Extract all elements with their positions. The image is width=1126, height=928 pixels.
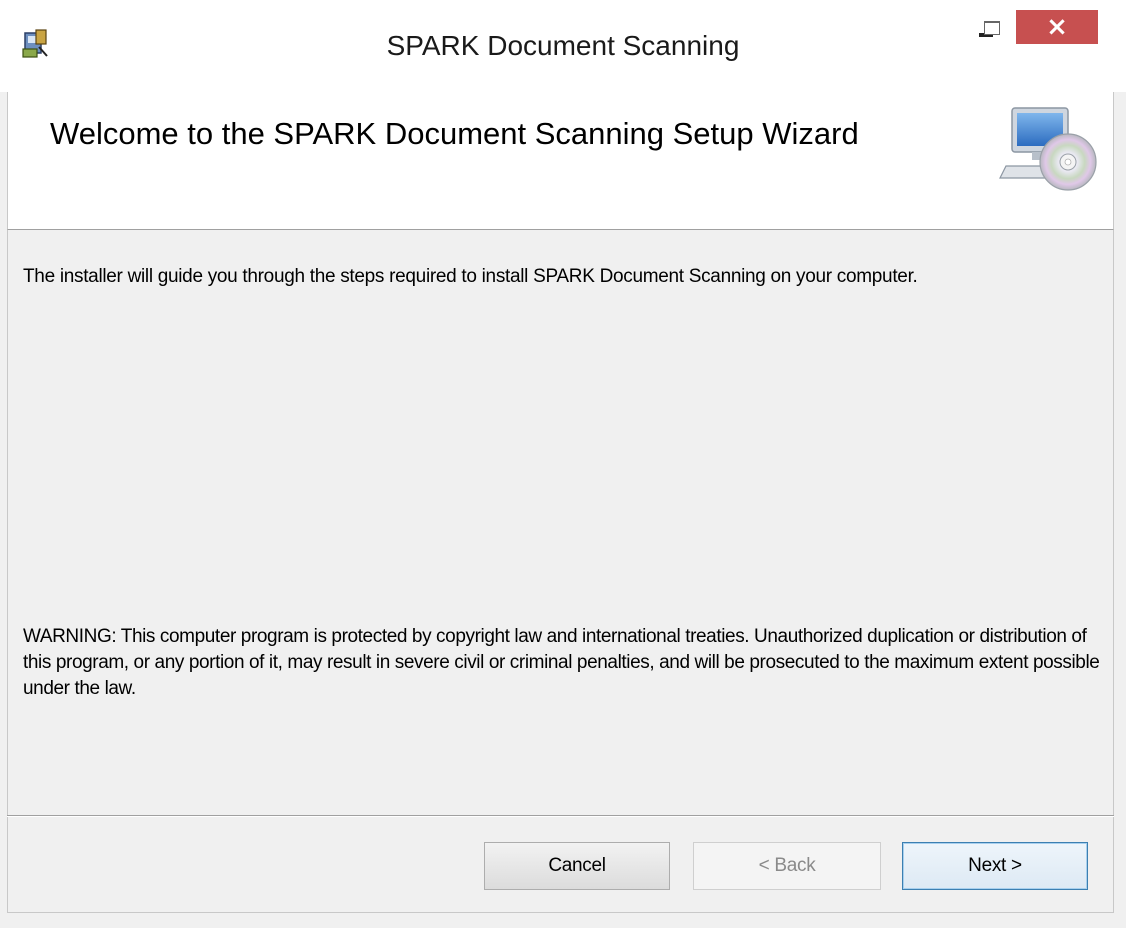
- maximize-icon: [984, 21, 1000, 35]
- cancel-button[interactable]: Cancel: [484, 842, 670, 890]
- wizard-title: Welcome to the SPARK Document Scanning S…: [50, 116, 859, 151]
- window-title: SPARK Document Scanning: [386, 30, 740, 61]
- title-bar[interactable]: SPARK Document Scanning ×: [0, 8, 1126, 92]
- maximize-button[interactable]: [966, 8, 1018, 48]
- wizard-body: The installer will guide you through the…: [7, 230, 1114, 816]
- copyright-warning: WARNING: This computer program is protec…: [23, 626, 1100, 699]
- wizard-footer: Cancel < Back Next >: [7, 817, 1114, 913]
- computer-cd-icon: [998, 104, 1102, 196]
- installer-window: SPARK Document Scanning × Welcome to the…: [0, 0, 1126, 928]
- intro-text: The installer will guide you through the…: [23, 266, 918, 287]
- wizard-header: Welcome to the SPARK Document Scanning S…: [7, 92, 1114, 230]
- close-icon: ×: [1046, 12, 1068, 42]
- next-button[interactable]: Next >: [902, 842, 1088, 890]
- close-button[interactable]: ×: [1016, 10, 1098, 44]
- back-button[interactable]: < Back: [693, 842, 881, 890]
